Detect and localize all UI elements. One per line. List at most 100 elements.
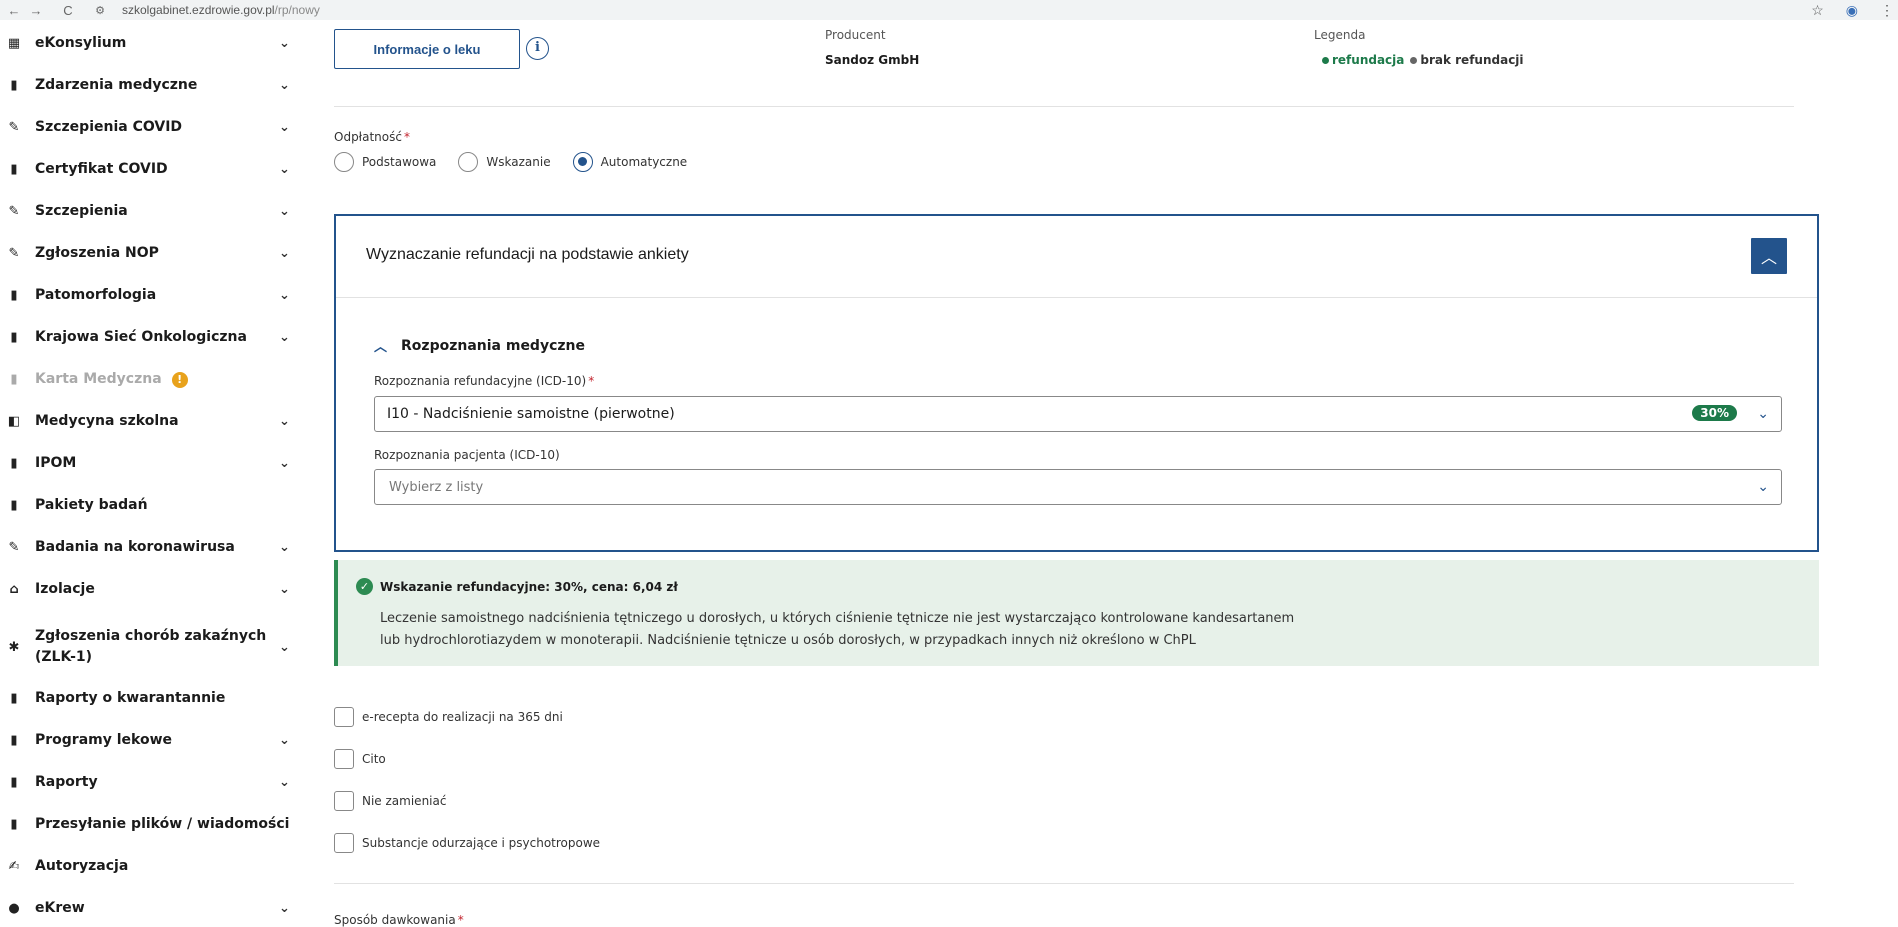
syringe-icon: ✎ bbox=[8, 204, 20, 219]
reload-icon[interactable]: C bbox=[60, 3, 76, 18]
sidebar-item-przesylanie-plikow[interactable]: ▮ Przesyłanie plików / wiadomości bbox=[0, 814, 312, 835]
sidebar-item-raporty[interactable]: ▮ Raporty ⌄ bbox=[0, 772, 312, 793]
radio-circle[interactable] bbox=[572, 152, 593, 172]
radio-circle[interactable] bbox=[458, 152, 479, 172]
sidebar-item-ekrew[interactable]: ● eKrew ⌄ bbox=[0, 898, 312, 919]
url-host: szkolgabinet.ezdrowie.gov.pl bbox=[122, 3, 275, 17]
refund-percent-badge: 30% bbox=[1692, 405, 1737, 421]
main-content: Informacje o leku i Producent Sandoz Gmb… bbox=[312, 20, 1898, 927]
legenda-refundacja: refundacja bbox=[1322, 53, 1404, 67]
sidebar-item-pakiety-badan[interactable]: ▮ Pakiety badań bbox=[0, 495, 312, 516]
browser-menu-icon[interactable]: ⋮ bbox=[1880, 2, 1894, 19]
radio-podstawowa[interactable]: Podstawowa bbox=[334, 152, 436, 172]
sidebar-item-label: Zgłoszenia NOP bbox=[35, 245, 159, 261]
syringe-icon: ✎ bbox=[8, 246, 20, 261]
sidebar-item-zgloszenia-chorob-zakaznych[interactable]: ✱ Zgłoszenia chorób zakaźnych (ZLK-1) ⌄ bbox=[0, 623, 312, 671]
checkbox-nie-zamieniac[interactable]: Nie zamieniać bbox=[334, 791, 446, 811]
odplatnosc-label-text: Odpłatność bbox=[334, 130, 402, 144]
sidebar-item-label: Przesyłanie plików / wiadomości bbox=[35, 816, 290, 832]
checkbox-cito[interactable]: Cito bbox=[334, 749, 386, 769]
clipboard-icon: ▮ bbox=[10, 78, 18, 93]
sidebar-item-zgloszenia-nop[interactable]: ✎ Zgłoszenia NOP ⌄ bbox=[0, 243, 312, 264]
info-icon[interactable]: i bbox=[526, 37, 549, 60]
odplatnosc-radio-group: Podstawowa Wskazanie Automatyczne bbox=[334, 152, 709, 172]
sposob-dawkowania-label: Sposób dawkowania * bbox=[334, 913, 464, 927]
checkbox-substancje-odurzajace[interactable]: Substancje odurzające i psychotropowe bbox=[334, 833, 600, 853]
sidebar-item-label: Autoryzacja bbox=[35, 858, 129, 874]
divider bbox=[334, 106, 1794, 107]
sidebar-item-medycyna-szkolna[interactable]: ◧ Medycyna szkolna ⌄ bbox=[0, 411, 312, 432]
clipboard-icon: ▮ bbox=[10, 330, 18, 345]
sidebar-item-ipom[interactable]: ▮ IPOM ⌄ bbox=[0, 453, 312, 474]
checkbox-box[interactable] bbox=[334, 707, 354, 727]
sidebar-item-autoryzacja[interactable]: ✍ Autoryzacja bbox=[0, 856, 312, 877]
patient-diagnosis-select[interactable]: Wybierz z listy ⌄ bbox=[374, 469, 1782, 505]
checkbox-label: Substancje odurzające i psychotropowe bbox=[362, 836, 601, 850]
legenda-refundacja-text: refundacja bbox=[1332, 53, 1405, 67]
document-icon: ▮ bbox=[10, 498, 18, 513]
sidebar-item-zdarzenia-medyczne[interactable]: ▮ Zdarzenia medyczne ⌄ bbox=[0, 75, 312, 96]
sidebar-item-izolacje[interactable]: ⌂ Izolacje ⌄ bbox=[0, 579, 312, 600]
panel-header: Wyznaczanie refundacji na podstawie anki… bbox=[336, 216, 1817, 298]
sidebar-item-label: Zdarzenia medyczne bbox=[35, 77, 198, 93]
address-bar[interactable]: szkolgabinet.ezdrowie.gov.pl/rp/nowy bbox=[122, 3, 320, 17]
sidebar-item-label: Izolacje bbox=[35, 581, 95, 597]
sidebar-item-label: Karta Medyczna bbox=[35, 371, 162, 387]
radio-automatyczne[interactable]: Automatyczne bbox=[572, 152, 688, 172]
divider bbox=[334, 883, 1794, 884]
collapse-button[interactable]: ︿ bbox=[1751, 238, 1787, 274]
site-settings-icon[interactable]: ⚙ bbox=[92, 4, 108, 17]
refund-diagnosis-select[interactable]: I10 - Nadciśnienie samoistne (pierwotne)… bbox=[374, 396, 1782, 432]
sidebar-item-raporty-o-kwarantannie[interactable]: ▮ Raporty o kwarantannie bbox=[0, 688, 312, 709]
required-mark: * bbox=[403, 130, 410, 144]
sidebar-item-krajowa-siec-onkologiczna[interactable]: ▮ Krajowa Sieć Onkologiczna ⌄ bbox=[0, 327, 312, 348]
chevron-down-icon: ⌄ bbox=[279, 456, 290, 471]
chevron-down-icon: ⌄ bbox=[279, 120, 290, 135]
check-circle-icon: ✓ bbox=[356, 578, 373, 595]
forward-icon[interactable]: → bbox=[28, 3, 44, 18]
sidebar-nav: ▦ eKonsylium ⌄ ▮ Zdarzenia medyczne ⌄ ✎ … bbox=[0, 28, 312, 924]
checkbox-box[interactable] bbox=[334, 833, 354, 853]
checkbox-box[interactable] bbox=[334, 749, 354, 769]
radio-label: Automatyczne bbox=[600, 155, 688, 169]
sidebar-item-label: Krajowa Sieć Onkologiczna bbox=[35, 329, 247, 345]
chevron-down-icon: ⌄ bbox=[279, 288, 290, 303]
clipboard-icon: ▮ bbox=[10, 162, 18, 177]
checkbox-label: Nie zamieniać bbox=[362, 794, 447, 808]
sidebar-item-karta-medyczna: ▮ Karta Medyczna ! bbox=[0, 369, 312, 390]
radio-circle[interactable] bbox=[334, 152, 354, 172]
sidebar-item-badania-na-koronawirusa[interactable]: ✎ Badania na koronawirusa ⌄ bbox=[0, 537, 312, 558]
drug-info-button[interactable]: Informacje o leku bbox=[334, 29, 520, 69]
sidebar-item-szczepienia-covid[interactable]: ✎ Szczepienia COVID ⌄ bbox=[0, 117, 312, 138]
alert-title: Wskazanie refundacyjne: 30%, cena: 6,04 … bbox=[380, 580, 678, 594]
profile-icon[interactable]: ◉ bbox=[1846, 2, 1858, 19]
test-tube-icon: ✎ bbox=[8, 540, 20, 555]
sidebar-item-ekonsylium[interactable]: ▦ eKonsylium ⌄ bbox=[0, 33, 312, 54]
checkbox-erecepta-365[interactable]: e-recepta do realizacji na 365 dni bbox=[334, 707, 563, 727]
sidebar-item-label: Patomorfologia bbox=[35, 287, 157, 303]
sidebar-item-label: eKrew bbox=[35, 900, 85, 916]
section-toggle-rozpoznania[interactable]: ︿ Rozpoznania medyczne bbox=[374, 336, 585, 356]
chevron-down-icon: ⌄ bbox=[279, 414, 290, 429]
sidebar-item-programy-lekowe[interactable]: ▮ Programy lekowe ⌄ bbox=[0, 730, 312, 751]
panel-title: Wyznaczanie refundacji na podstawie anki… bbox=[366, 246, 689, 263]
radio-label: Podstawowa bbox=[362, 155, 437, 169]
radio-wskazanie[interactable]: Wskazanie bbox=[458, 152, 551, 172]
chevron-down-icon: ⌄ bbox=[279, 733, 290, 748]
patient-diagnosis-placeholder: Wybierz z listy bbox=[389, 479, 484, 495]
sidebar-item-label: IPOM bbox=[35, 455, 77, 471]
required-mark: * bbox=[457, 913, 464, 927]
green-dot-icon bbox=[1322, 57, 1329, 64]
sidebar-item-szczepienia[interactable]: ✎ Szczepienia ⌄ bbox=[0, 201, 312, 222]
chevron-down-icon: ⌄ bbox=[1757, 406, 1769, 422]
chevron-down-icon: ⌄ bbox=[279, 36, 290, 51]
document-icon: ▮ bbox=[10, 775, 18, 790]
refund-diagnosis-value: I10 - Nadciśnienie samoistne (pierwotne) bbox=[387, 406, 675, 422]
bookmark-star-icon[interactable]: ☆ bbox=[1811, 2, 1824, 19]
clipboard-icon: ▮ bbox=[10, 733, 18, 748]
sidebar-item-patomorfologia[interactable]: ▮ Patomorfologia ⌄ bbox=[0, 285, 312, 306]
sidebar-item-certyfikat-covid[interactable]: ▮ Certyfikat COVID ⌄ bbox=[0, 159, 312, 180]
alert-body-line2: lub hydrochlorotiazydem w monoterapii. N… bbox=[380, 633, 1196, 648]
checkbox-box[interactable] bbox=[334, 791, 354, 811]
back-icon[interactable]: ← bbox=[6, 3, 22, 18]
